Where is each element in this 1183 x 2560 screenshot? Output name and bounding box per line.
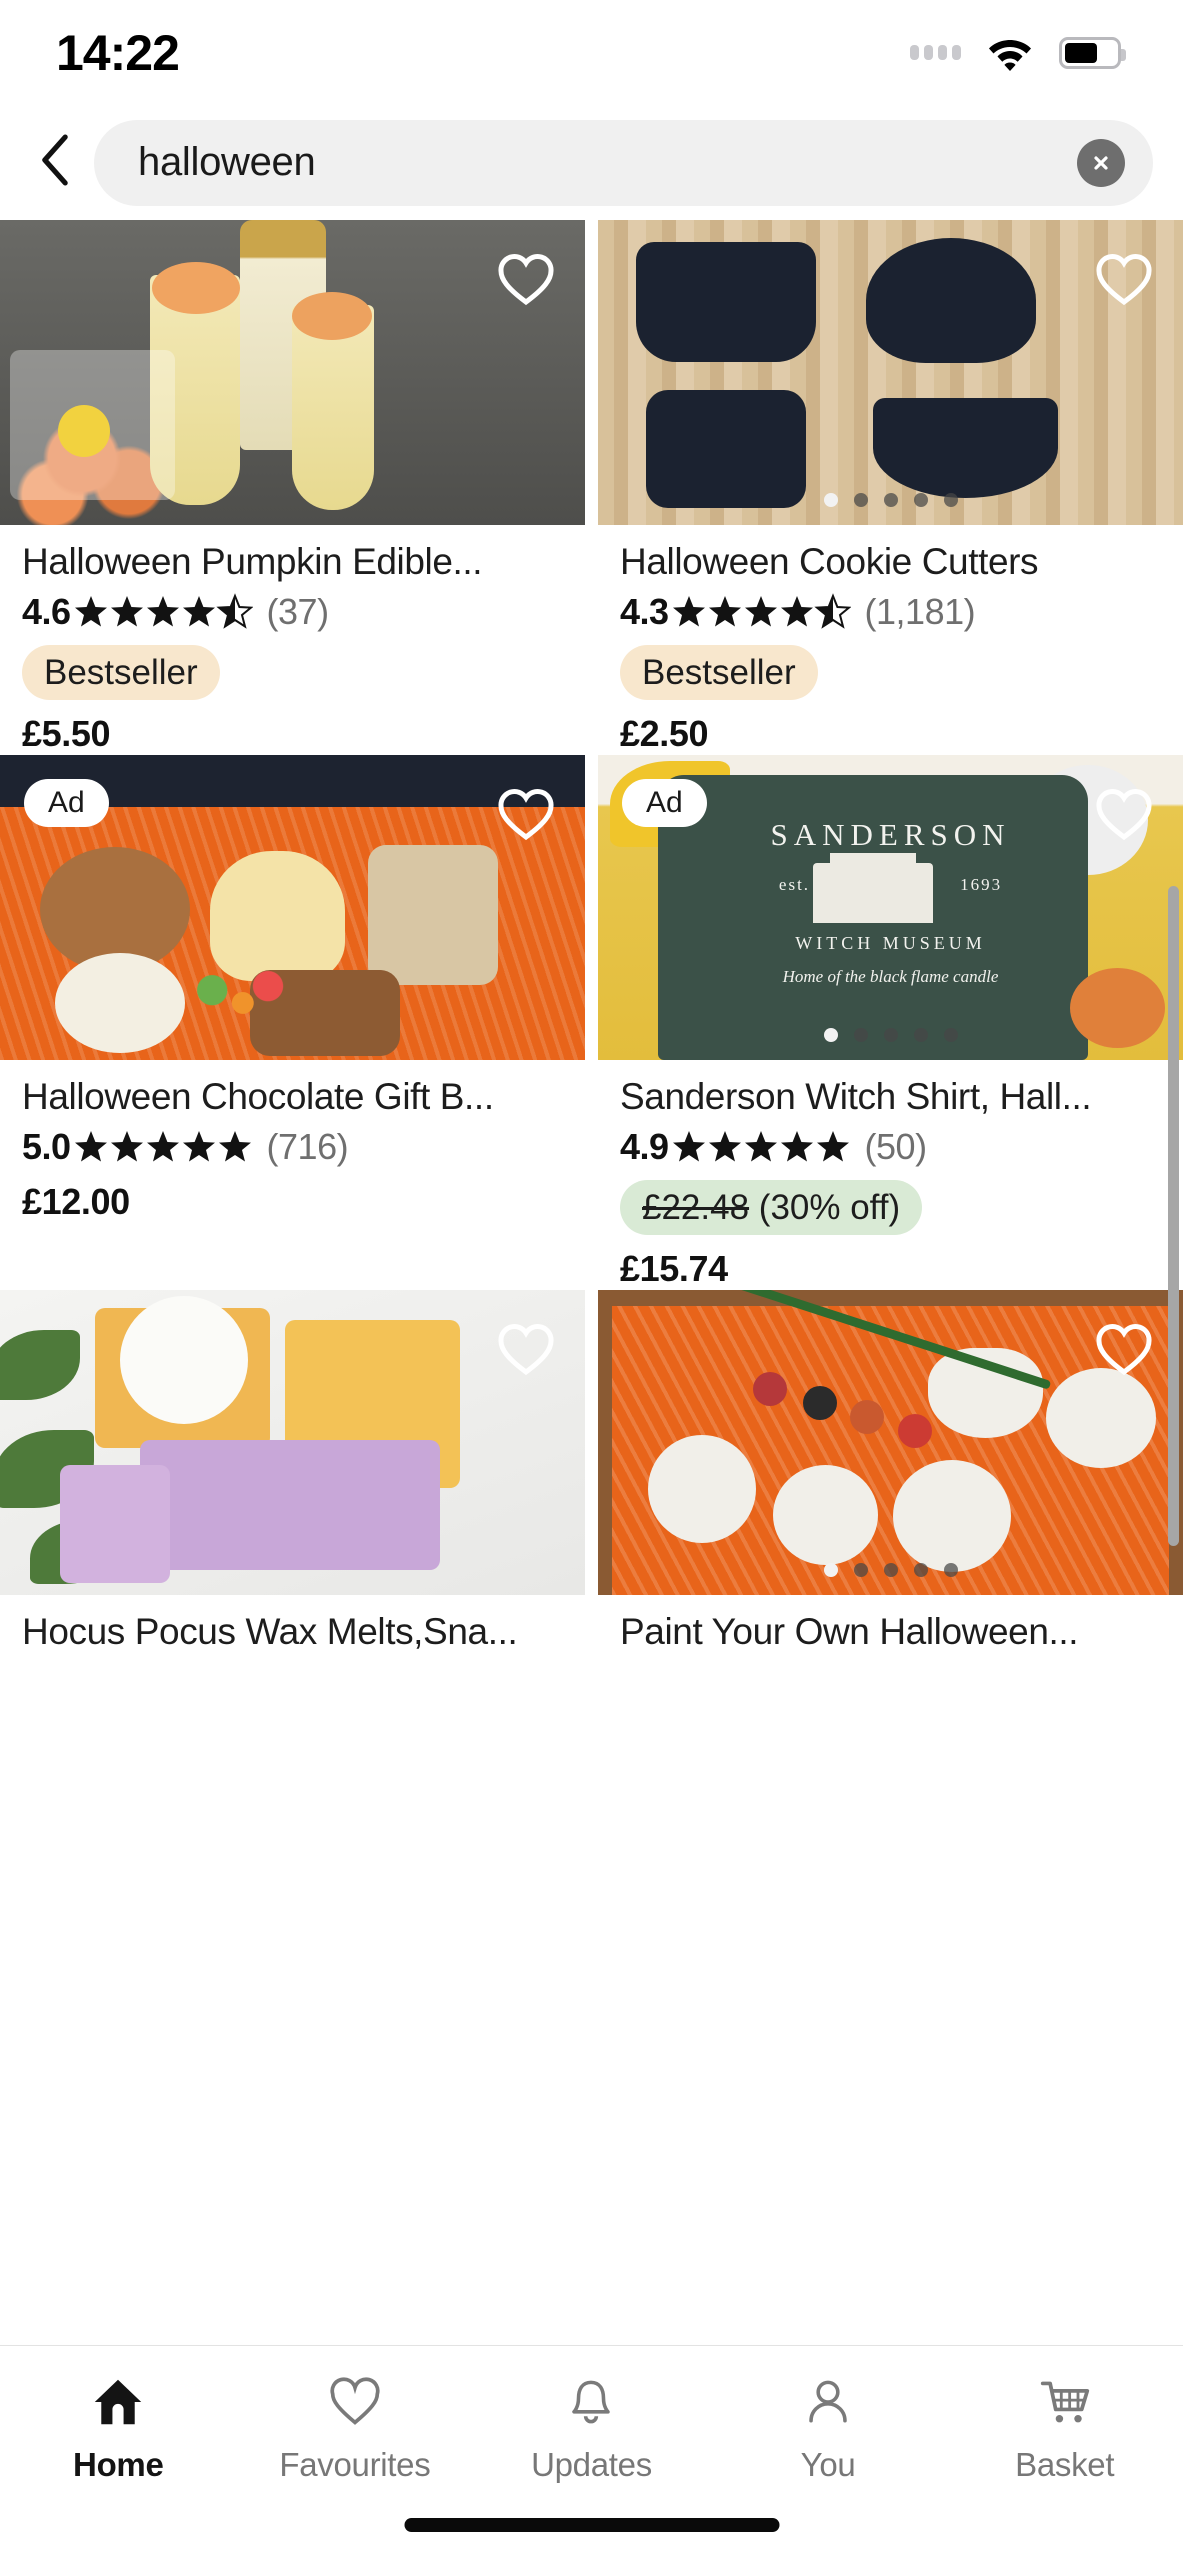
search-input[interactable]: halloween [94, 119, 1153, 206]
home-icon [92, 2372, 144, 2432]
shirt-est-text: est. [778, 875, 811, 895]
favourite-heart-icon[interactable] [495, 248, 557, 310]
favourite-heart-icon[interactable] [1093, 1318, 1155, 1380]
product-title: Sanderson Witch Shirt, Hall... [620, 1076, 1092, 1118]
star-rating-icon [73, 1128, 253, 1166]
shirt-museum-text: WITCH MUSEUM [795, 933, 986, 954]
cart-icon [1039, 2372, 1091, 2432]
product-price: £15.74 [620, 1248, 728, 1290]
product-info: Paint Your Own Halloween... [598, 1595, 1183, 1655]
status-icons [910, 35, 1126, 71]
home-indicator [404, 2518, 779, 2532]
favourite-heart-icon[interactable] [495, 1318, 557, 1380]
product-image[interactable]: SANDERSON est. 1693 WITCH MUSEUM Home of… [598, 755, 1183, 1061]
bell-icon [566, 2372, 616, 2432]
person-icon [803, 2372, 853, 2432]
product-card[interactable]: SANDERSON est. 1693 WITCH MUSEUM Home of… [598, 755, 1183, 1291]
product-info: Hocus Pocus Wax Melts,Sna... [0, 1595, 585, 1655]
product-rating: 4.6 (37) [22, 591, 563, 633]
chevron-left-icon [38, 133, 72, 192]
rating-value: 4.3 [620, 590, 669, 632]
product-info: Sanderson Witch Shirt, Hall... 4.9 (50) … [598, 1060, 1183, 1290]
product-price: £12.00 [22, 1181, 130, 1223]
product-info: Halloween Pumpkin Edible... 4.6 (37) Bes… [0, 525, 585, 755]
image-carousel-dots[interactable] [823, 493, 958, 507]
tab-basket[interactable]: Basket [946, 2372, 1183, 2484]
product-image[interactable] [598, 1290, 1183, 1596]
status-time: 14:22 [56, 24, 180, 81]
image-carousel-dots[interactable] [823, 1028, 958, 1043]
product-card[interactable]: Hocus Pocus Wax Melts,Sna... [0, 1290, 585, 1656]
tab-favourites-label: Favourites [279, 2446, 431, 2483]
search-results-grid: Halloween Pumpkin Edible... 4.6 (37) Bes… [0, 220, 1183, 1656]
review-count: (716) [266, 1126, 349, 1168]
product-card[interactable]: Ad Halloween Chocolate Gift B... 5.0 (71… [0, 755, 585, 1291]
product-title: Halloween Pumpkin Edible... [22, 541, 483, 582]
tab-you[interactable]: You [710, 2372, 947, 2484]
rating-value: 4.6 [22, 590, 71, 632]
product-card[interactable]: Halloween Cookie Cutters 4.3 (1,181) Bes… [598, 220, 1183, 756]
wifi-icon [987, 35, 1033, 71]
favourite-heart-icon[interactable] [1093, 783, 1155, 845]
product-card[interactable]: Paint Your Own Halloween... [598, 1290, 1183, 1656]
product-title: Paint Your Own Halloween... [620, 1611, 1079, 1653]
product-image[interactable] [0, 1290, 585, 1596]
search-header: halloween [0, 105, 1183, 220]
star-rating-icon [671, 1128, 851, 1166]
tab-home-label: Home [73, 2446, 164, 2483]
image-carousel-dots[interactable] [823, 1563, 958, 1578]
bottom-navigation: Home Favourites Updates You Basket [0, 2345, 1183, 2560]
star-rating-icon [73, 593, 253, 631]
tab-updates-label: Updates [531, 2446, 652, 2483]
product-image[interactable] [598, 220, 1183, 525]
tab-favourites[interactable]: Favourites [237, 2372, 474, 2484]
rating-value: 4.9 [620, 1126, 669, 1168]
favourite-heart-icon[interactable] [1093, 248, 1155, 310]
battery-icon [1059, 36, 1126, 69]
bestseller-badge: Bestseller [22, 644, 220, 701]
favourite-heart-icon[interactable] [495, 783, 557, 845]
tab-you-label: You [800, 2446, 856, 2483]
shirt-tagline-text: Home of the black flame candle [782, 967, 999, 987]
product-title: Halloween Chocolate Gift B... [22, 1076, 494, 1118]
review-count: (37) [266, 590, 330, 632]
tab-updates[interactable]: Updates [473, 2372, 710, 2484]
product-price: £5.50 [22, 713, 111, 755]
discount-badge: £22.48 (30% off) [620, 1180, 923, 1236]
rating-value: 5.0 [22, 1126, 71, 1168]
product-card[interactable]: Halloween Pumpkin Edible... 4.6 (37) Bes… [0, 220, 585, 756]
product-info: Halloween Chocolate Gift B... 5.0 (716) … [0, 1060, 585, 1223]
back-button[interactable] [24, 132, 86, 194]
review-count: (1,181) [864, 590, 976, 632]
shirt-year-text: 1693 [960, 875, 1003, 895]
product-image[interactable]: Ad [0, 755, 585, 1061]
ad-badge: Ad [24, 779, 109, 828]
status-bar: 14:22 [0, 0, 1183, 105]
signal-dots-icon [910, 45, 961, 60]
product-image[interactable] [0, 220, 585, 525]
ad-badge: Ad [622, 779, 707, 828]
clear-search-button[interactable] [1077, 138, 1125, 187]
discount-percent: (30% off) [749, 1188, 901, 1228]
review-count: (50) [864, 1126, 928, 1168]
tab-basket-label: Basket [1015, 2446, 1115, 2483]
original-price: £22.48 [642, 1188, 750, 1228]
product-rating: 4.9 (50) [620, 1126, 1161, 1168]
product-title: Halloween Cookie Cutters [620, 541, 1039, 582]
tab-home[interactable]: Home [0, 2372, 237, 2484]
vertical-scrollbar[interactable] [1168, 886, 1179, 1546]
heart-icon [329, 2372, 381, 2432]
shirt-brand-text: SANDERSON [770, 817, 1011, 853]
search-input-value: halloween [138, 140, 316, 184]
product-price: £2.50 [620, 713, 709, 755]
product-title: Hocus Pocus Wax Melts,Sna... [22, 1611, 518, 1653]
bestseller-badge: Bestseller [620, 644, 818, 701]
product-info: Halloween Cookie Cutters 4.3 (1,181) Bes… [598, 525, 1183, 755]
product-rating: 4.3 (1,181) [620, 591, 1161, 633]
star-rating-icon [671, 593, 851, 631]
product-rating: 5.0 (716) [22, 1126, 563, 1168]
